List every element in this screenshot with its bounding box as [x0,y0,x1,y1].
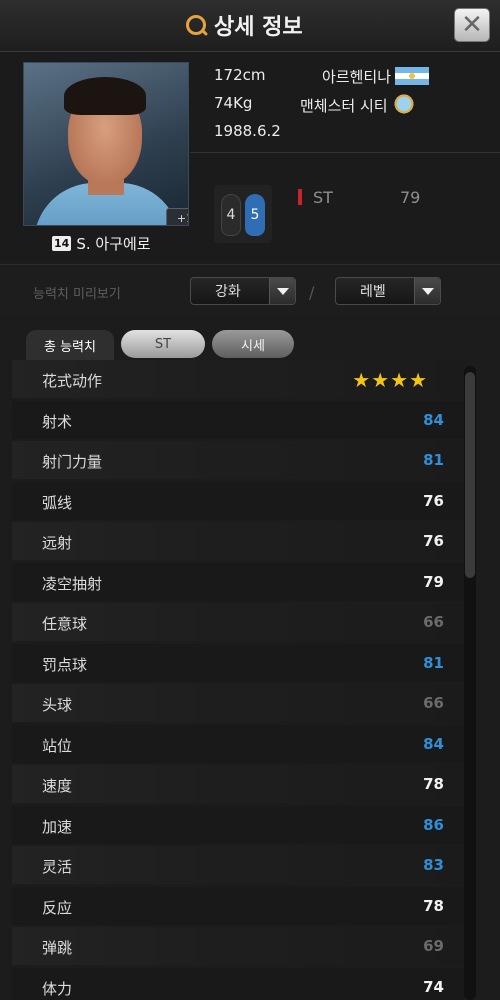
player-photo: +1 [23,62,189,226]
player-nationality-row: 아르헨티나 [322,66,430,87]
stat-value: 84 [423,734,444,753]
stat-value: 86 [423,815,444,834]
stat-name: 远射 [42,534,73,552]
skill-stars-icon: ★★★★ [352,368,428,392]
stat-name: 射门力量 [42,453,103,471]
left-foot-icon: 4 [221,194,241,236]
player-club-row: 맨체스터 시티 [300,94,414,116]
preferred-foot-indicator: 4 5 [214,185,272,243]
stat-name: 灵活 [42,858,73,876]
stat-row: 弧线 76 [12,481,464,520]
player-nationality: 아르헨티나 [322,68,392,86]
header-title-group: 상세 정보 [186,10,303,40]
stat-name: 速度 [42,777,73,795]
profile-divider [190,152,500,153]
stat-name: 加速 [42,817,73,836]
stat-value: 76 [423,532,444,550]
stat-name: 罚点球 [42,655,88,674]
level-select-label: 레벨 [360,284,386,300]
stat-name: 弹跳 [42,939,73,957]
level-select[interactable]: 레벨 [335,277,441,305]
tab-st[interactable]: ST [121,330,205,358]
player-height: 172cm [214,66,266,84]
stat-row: 反应 78 [12,886,464,925]
stat-row: 站位 84 [12,724,464,763]
stat-value: 81 [423,451,444,469]
enhance-level-badge: +1 [166,208,188,225]
stat-value: 69 [423,937,444,955]
photo-hair [64,77,146,115]
stat-row: 体力 74 [12,967,464,1000]
stat-value: 81 [423,653,444,672]
stat-name: 花式动作 [42,372,103,390]
stat-value: 76 [423,491,444,510]
stat-name: 任意球 [42,615,88,633]
player-weight: 74Kg [214,94,253,112]
search-icon [186,15,206,35]
stat-row: 花式动作 ★★★★ [12,360,464,398]
right-foot-icon: 5 [245,194,265,236]
position-rating: 79 [400,188,421,207]
stat-row: 灵活 83 [12,846,464,884]
chevron-down-icon [414,278,440,304]
stat-row: 头球 66 [12,684,464,722]
stat-row: 射门力量 81 [12,441,464,479]
position-color-marker [298,189,302,205]
stat-value: 66 [423,694,444,712]
stat-row: 弹跳 69 [12,927,464,965]
stat-row: 远射 76 [12,522,464,560]
stat-preview-label: 능력치 미리보기 [33,287,121,302]
stat-row: 罚点球 81 [12,643,464,682]
stat-row: 加速 86 [12,805,464,844]
tab-total-stats[interactable]: 총 능력치 [26,330,114,360]
stat-value: 79 [423,572,444,591]
stat-row: 任意球 66 [12,603,464,641]
stat-name: 弧线 [42,493,73,512]
stat-value: 74 [423,977,444,996]
tab-market-price[interactable]: 시세 [212,330,294,358]
chevron-down-icon [269,278,295,304]
player-name: S. 아구에로 [76,235,151,253]
stat-row: 射术 84 [12,400,464,439]
stats-list: 花式动作 ★★★★ 射术 84 射门力量 81 弧线 76 远射 76 凌空抽射 79 任意球 66 罚点球… [12,360,464,1000]
club-crest-icon [393,94,414,116]
player-birthdate: 1988.6.2 [214,122,281,140]
stat-preview-bar: 능력치 미리보기 강화 / 레벨 [0,264,500,316]
position-label: ST [313,188,333,207]
jersey-number-badge: 14 [52,236,72,251]
argentina-flag-icon [395,67,430,85]
stat-name: 射术 [42,412,73,431]
close-button[interactable]: ✕ [454,8,490,42]
stat-value: 83 [423,856,444,874]
stat-name: 凌空抽射 [42,574,103,593]
stat-tabs: 총 능력치 ST 시세 [0,322,500,360]
stat-name: 站位 [42,736,73,755]
stat-row: 凌空抽射 79 [12,562,464,601]
stat-row: 速度 78 [12,765,464,803]
header-bar: 상세 정보 ✕ [0,0,500,52]
stat-name: 反应 [42,898,73,917]
stat-name: 体力 [42,979,73,998]
player-club: 맨체스터 시티 [300,97,388,115]
player-profile: +1 14 S. 아구에로 172cm 74Kg 1988.6.2 아르헨티나 … [0,52,500,260]
stat-value: 78 [423,896,444,915]
scrollbar-thumb[interactable] [465,372,475,578]
stat-name: 头球 [42,696,73,714]
page-title: 상세 정보 [214,15,303,40]
stats-scrollbar[interactable] [464,366,476,1000]
stat-value: 66 [423,613,444,631]
enhance-select-label: 강화 [215,284,241,300]
stat-value: 84 [423,410,444,429]
enhance-select[interactable]: 강화 [190,277,296,305]
close-icon: ✕ [461,10,483,40]
stat-value: 78 [423,775,444,793]
select-separator: / [309,283,315,302]
player-name-line: 14 S. 아구에로 [52,233,151,254]
